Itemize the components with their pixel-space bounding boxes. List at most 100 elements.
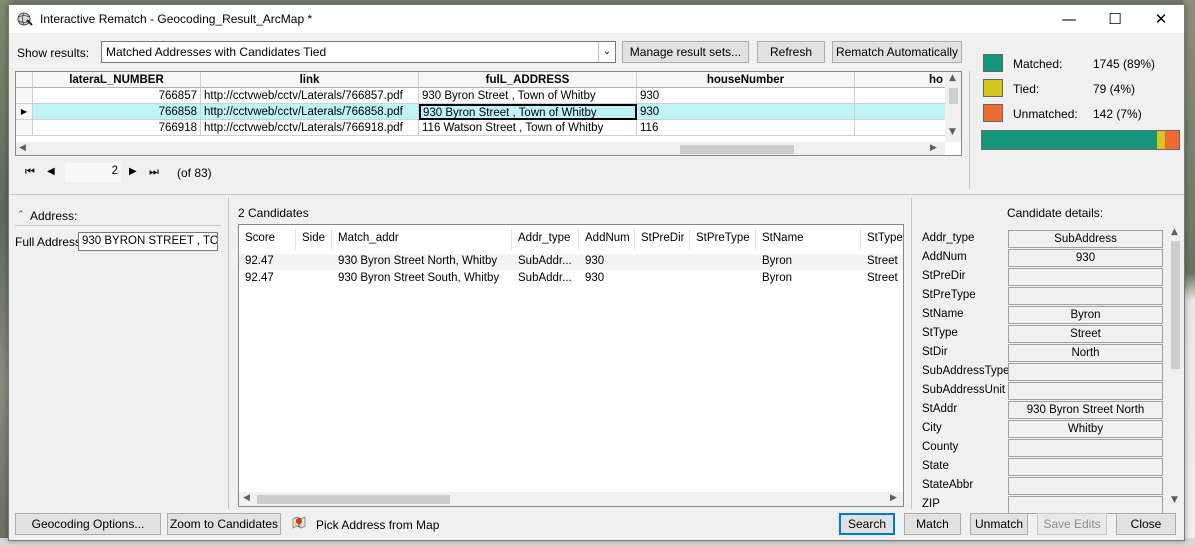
detail-value[interactable]: Street — [1008, 325, 1163, 343]
detail-value[interactable]: Whitby — [1008, 420, 1163, 438]
column-separator[interactable] — [634, 229, 635, 250]
detail-value[interactable]: North — [1008, 344, 1163, 362]
details-vertical-scrollbar[interactable]: ▲ ▼ — [1167, 225, 1184, 509]
row-header[interactable] — [16, 88, 33, 104]
close-window-button[interactable]: ✕ — [1138, 5, 1184, 33]
column-separator[interactable] — [860, 229, 861, 250]
manage-result-sets-button[interactable]: Manage result sets... — [622, 41, 749, 63]
candidate-row[interactable]: 92.47 930 Byron Street North, Whitby Sub… — [239, 254, 903, 270]
detail-value[interactable]: 930 Byron Street North — [1008, 401, 1163, 419]
column-header[interactable]: Match_addr — [338, 232, 399, 244]
unmatch-button[interactable]: Unmatch — [970, 513, 1028, 535]
column-header[interactable]: StPreType — [696, 232, 750, 244]
scroll-thumb[interactable] — [949, 88, 958, 104]
column-header[interactable]: Side — [302, 232, 325, 244]
detail-value[interactable]: 930 — [1008, 249, 1163, 267]
table-cell[interactable]: 92.47 — [245, 272, 274, 284]
candidates-table[interactable]: Score Side Match_addr Addr_type AddNum S… — [238, 224, 904, 507]
table-cell[interactable] — [855, 104, 947, 120]
column-header[interactable]: AddNum — [585, 232, 630, 244]
column-header[interactable]: link — [201, 72, 419, 88]
column-separator[interactable] — [755, 229, 756, 250]
search-button[interactable]: Search — [839, 513, 895, 535]
table-cell[interactable] — [855, 120, 947, 136]
detail-value[interactable]: SubAddress — [1008, 230, 1163, 248]
table-cell[interactable]: 766857 — [33, 88, 201, 104]
column-header[interactable]: Score — [245, 232, 275, 244]
scroll-right-icon[interactable]: ▶ — [890, 493, 897, 503]
refresh-button[interactable]: Refresh — [757, 41, 825, 63]
table-cell[interactable]: 766858 — [33, 104, 201, 120]
row-header[interactable] — [16, 120, 33, 136]
table-cell[interactable]: SubAddr... — [518, 272, 572, 284]
detail-value[interactable] — [1008, 477, 1163, 495]
column-header[interactable]: ho — [855, 72, 947, 88]
column-separator[interactable] — [511, 229, 512, 250]
detail-value[interactable] — [1008, 458, 1163, 476]
candidate-row[interactable]: 92.47 930 Byron Street South, Whitby Sub… — [239, 271, 903, 287]
table-cell[interactable]: http://cctvweb/cctv/Laterals/766857.pdf — [201, 88, 419, 104]
next-page-icon[interactable]: ▶ — [129, 166, 137, 177]
column-header[interactable]: StType — [867, 232, 903, 244]
table-cell[interactable] — [855, 88, 947, 104]
detail-value[interactable]: Byron — [1008, 306, 1163, 324]
table-cell-focused[interactable]: 930 Byron Street , Town of Whitby — [419, 104, 637, 120]
column-header[interactable]: StPreDir — [641, 232, 684, 244]
rematch-automatically-button[interactable]: Rematch Automatically — [832, 41, 962, 63]
results-vertical-scrollbar[interactable]: ▲ ▼ — [945, 72, 961, 142]
table-cell[interactable]: 930 Byron Street North, Whitby — [338, 255, 497, 267]
detail-value[interactable] — [1008, 287, 1163, 305]
detail-value[interactable] — [1008, 363, 1163, 381]
column-header[interactable]: Addr_type — [518, 232, 570, 244]
geocoding-options-button[interactable]: Geocoding Options... — [15, 513, 161, 535]
table-cell[interactable]: 116 Watson Street , Town of Whitby — [419, 120, 637, 136]
table-cell[interactable]: http://cctvweb/cctv/Laterals/766858.pdf — [201, 104, 419, 120]
detail-value[interactable] — [1008, 268, 1163, 286]
table-cell[interactable]: Byron — [762, 255, 792, 267]
table-cell[interactable]: Street — [867, 255, 898, 267]
zoom-to-candidates-button[interactable]: Zoom to Candidates — [167, 513, 281, 535]
table-cell[interactable]: 930 Byron Street South, Whitby — [338, 272, 499, 284]
column-separator[interactable] — [331, 229, 332, 250]
splitter[interactable] — [9, 194, 1184, 195]
table-cell[interactable]: SubAddr... — [518, 255, 572, 267]
scroll-left-icon[interactable]: ◀ — [243, 493, 250, 503]
table-cell[interactable]: 92.47 — [245, 255, 274, 267]
results-horizontal-scrollbar[interactable]: ◀ ▶ — [16, 142, 945, 155]
save-edits-button[interactable]: Save Edits — [1037, 513, 1107, 535]
column-separator[interactable] — [578, 229, 579, 250]
detail-value[interactable] — [1008, 439, 1163, 457]
table-cell[interactable]: Byron — [762, 272, 792, 284]
collapse-chevron-icon[interactable]: ⌃ — [17, 209, 25, 220]
column-header[interactable]: lateraL_NUMBER — [33, 72, 201, 88]
scroll-thumb[interactable] — [1171, 241, 1180, 369]
scroll-right-icon[interactable]: ▶ — [930, 143, 937, 153]
scroll-up-icon[interactable]: ▲ — [949, 73, 956, 83]
detail-value[interactable] — [1008, 382, 1163, 400]
table-cell[interactable]: 930 — [585, 255, 604, 267]
detail-value[interactable] — [1008, 496, 1163, 514]
scroll-thumb[interactable] — [680, 145, 794, 154]
scroll-left-icon[interactable]: ◀ — [19, 143, 26, 153]
row-pointer-icon[interactable]: ▶ — [16, 104, 33, 120]
close-button[interactable]: Close — [1116, 513, 1176, 535]
column-separator[interactable] — [689, 229, 690, 250]
maximize-button[interactable]: ☐ — [1092, 5, 1138, 33]
candidates-horizontal-scrollbar[interactable]: ◀ ▶ — [239, 492, 903, 506]
page-number-input[interactable]: 2 — [65, 163, 121, 182]
table-cell[interactable]: 930 — [637, 88, 855, 104]
scroll-down-icon[interactable]: ▼ — [949, 127, 956, 137]
results-table[interactable]: lateraL_NUMBER link fulL_ADDRESS houseNu… — [15, 71, 962, 156]
column-separator[interactable] — [295, 229, 296, 250]
full-address-input[interactable]: 930 BYRON STREET , TOWN OF WHITBY — [78, 232, 218, 251]
pick-address-from-map-link[interactable]: Pick Address from Map — [316, 518, 439, 532]
scroll-up-icon[interactable]: ▲ — [1171, 227, 1178, 237]
table-cell[interactable]: 116 — [637, 120, 855, 136]
column-header[interactable]: fulL_ADDRESS — [419, 72, 637, 88]
column-header[interactable]: StName — [762, 232, 804, 244]
table-cell[interactable]: Street — [867, 272, 898, 284]
match-button[interactable]: Match — [904, 513, 961, 535]
minimize-button[interactable]: — — [1046, 5, 1092, 33]
table-cell[interactable]: 930 Byron Street , Town of Whitby — [419, 88, 637, 104]
pick-address-map-icon[interactable] — [291, 515, 307, 531]
